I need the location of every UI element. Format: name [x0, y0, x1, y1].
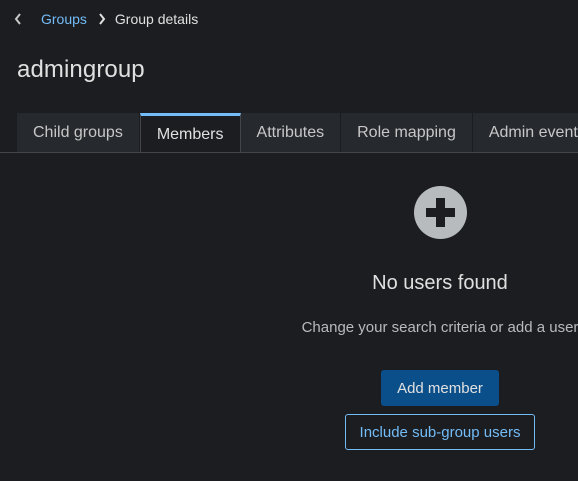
tab-label: Admin events [488, 124, 578, 141]
chevron-left-icon[interactable] [12, 10, 24, 28]
add-member-button[interactable]: Add member [381, 370, 499, 406]
breadcrumb-groups-link[interactable]: Groups [41, 11, 87, 27]
breadcrumb: Groups Group details [12, 10, 198, 28]
group-details-page: Groups Group details admingroup Child gr… [0, 0, 578, 481]
tab-label: Child groups [33, 124, 123, 141]
tab-label: Members [156, 125, 224, 143]
include-sub-group-users-button[interactable]: Include sub-group users [344, 414, 536, 450]
empty-state-body: Change your search criteria or add a use… [301, 319, 578, 336]
page-title: admingroup [17, 56, 145, 83]
chevron-right-icon [97, 13, 107, 25]
plus-circle-icon [413, 186, 467, 244]
tab-members[interactable]: Members [139, 113, 241, 153]
tab-child-groups[interactable]: Child groups [17, 113, 140, 153]
tab-role-mapping[interactable]: Role mapping [341, 113, 473, 153]
breadcrumb-current: Group details [114, 11, 199, 27]
tabs-divider [0, 152, 578, 153]
tab-admin-events[interactable]: Admin events [472, 113, 578, 153]
tab-attributes[interactable]: Attributes [240, 113, 342, 153]
empty-state: No users found Change your search criter… [0, 186, 578, 450]
empty-state-title: No users found [372, 272, 508, 294]
tab-bar: Child groups Members Attributes Role map… [17, 113, 578, 153]
tab-label: Attributes [256, 124, 325, 141]
tab-label: Role mapping [357, 124, 456, 141]
